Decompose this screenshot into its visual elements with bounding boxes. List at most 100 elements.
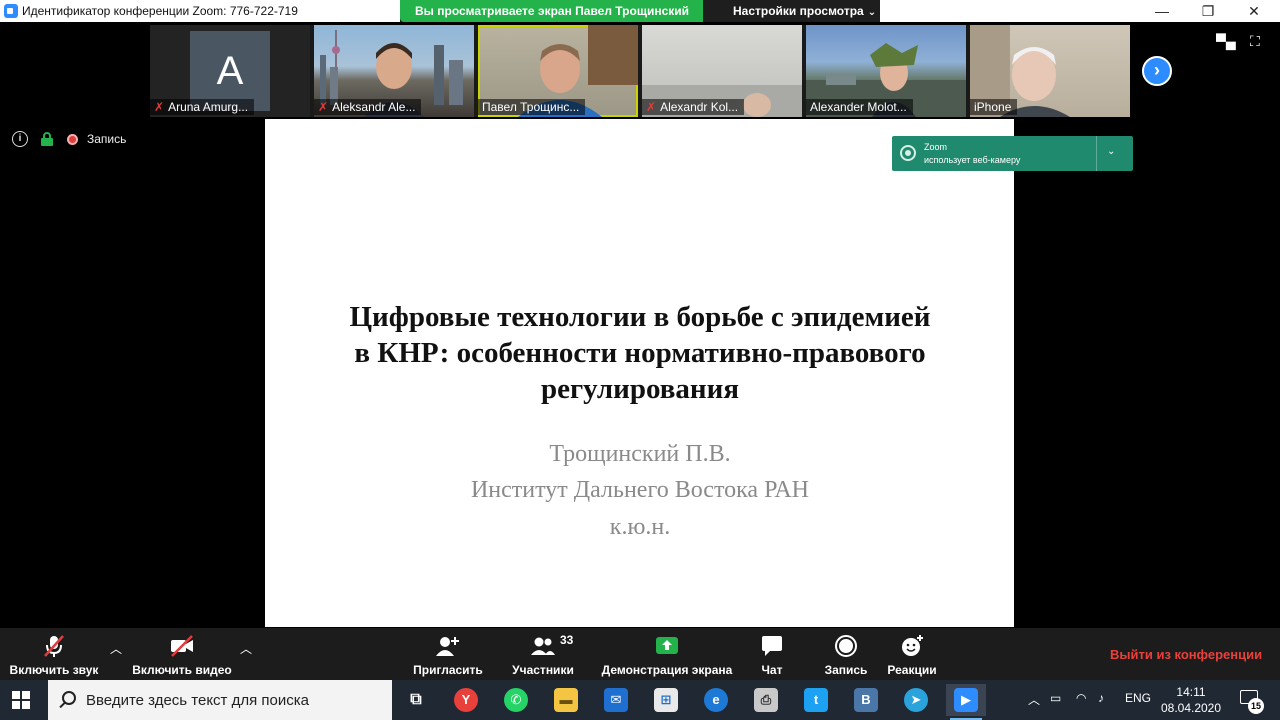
chevron-down-icon[interactable]: ⌄ — [1107, 146, 1115, 157]
language-indicator[interactable]: ENG — [1125, 691, 1151, 705]
participants-label: Участники — [512, 663, 574, 677]
view-settings-button[interactable]: Настройки просмотра ⌄ — [733, 4, 876, 18]
slide-title-line: Цифровые технологии в борьбе с эпидемией — [349, 301, 931, 333]
wifi-icon[interactable]: ◠ — [1076, 691, 1086, 705]
record-icon — [835, 635, 857, 657]
minimize-button[interactable]: — — [1139, 0, 1185, 22]
reactions-smiley-icon — [902, 635, 923, 656]
participant-tile[interactable]: iPhone — [970, 25, 1130, 117]
task-view-icon: ⧉ — [410, 691, 422, 708]
close-button[interactable]: ✕ — [1231, 0, 1277, 22]
windows-start-icon[interactable] — [12, 691, 30, 709]
slide-institute: Институт Дальнего Востока РАН — [470, 477, 810, 503]
leave-meeting-button[interactable]: Выйти из конференции — [1110, 647, 1262, 662]
volume-icon[interactable]: ♪ — [1098, 691, 1104, 705]
fullscreen-icon[interactable]: ⛶ — [1250, 33, 1260, 50]
edge-browser-icon: e — [704, 688, 728, 712]
audio-options-caret-icon[interactable]: ︿ — [110, 640, 122, 657]
slide-title: Цифровые технологии в борьбе с эпидемией… — [305, 299, 975, 407]
store-app[interactable]: ⊞ — [646, 684, 686, 716]
slide-title-line: регулирования — [540, 373, 740, 405]
video-options-caret-icon[interactable]: ︿ — [240, 640, 252, 657]
action-center-icon[interactable]: 15 — [1238, 688, 1264, 714]
mic-muted-icon: ✗ — [318, 100, 329, 114]
vk-app[interactable]: В — [846, 684, 886, 716]
notification-message: использует веб-камеру — [924, 155, 1021, 165]
battery-icon[interactable]: ▭ — [1050, 691, 1061, 705]
webcam-notification[interactable]: Zoom использует веб-камеру ⌄ — [892, 136, 1133, 171]
twitter-bird-icon: t — [804, 688, 828, 712]
telegram-icon: ➤ — [904, 688, 928, 712]
mail-icon: ✉ — [604, 688, 628, 712]
yandex-browser-app[interactable]: Y — [446, 684, 486, 716]
reactions-button[interactable]: Реакции — [884, 628, 940, 680]
maximize-button[interactable]: ❐ — [1185, 0, 1231, 22]
show-hidden-icons-caret-icon[interactable]: ︿ — [1028, 691, 1040, 708]
recording-indicator-icon — [67, 134, 78, 145]
invite-label: Пригласить — [413, 663, 483, 677]
add-user-icon — [436, 637, 459, 656]
twitter-app[interactable]: t — [796, 684, 836, 716]
participant-tile[interactable]: ✗ Alexandr Kol... — [642, 25, 802, 117]
viewing-text: Вы просматриваете экран Павел Трощинский — [415, 4, 690, 18]
slide-title-line: в КНР: особенности нормативно-правового — [354, 337, 926, 369]
taskbar-search[interactable] — [48, 680, 392, 720]
recording-status-label: Запись — [87, 132, 127, 146]
mic-muted-icon — [44, 635, 64, 657]
record-label: Запись — [824, 663, 868, 677]
zoom-camera-icon: ▶ — [954, 688, 978, 712]
encryption-lock-icon[interactable] — [41, 132, 53, 146]
participant-name-label: ✗ Aruna Amurg... — [150, 99, 255, 115]
slide-author: Трощинский П.В. — [549, 441, 731, 467]
slide-degree: к.ю.н. — [609, 514, 671, 540]
start-video-button[interactable]: Включить видео — [130, 628, 234, 680]
mail-app[interactable]: ✉ — [596, 684, 636, 716]
record-button[interactable]: Запись — [820, 628, 872, 680]
participant-name-label: ✗ Aleksandr Ale... — [314, 99, 422, 115]
next-page-arrow-button[interactable]: › — [1142, 56, 1172, 86]
participant-tile[interactable]: Alexander Molot... — [806, 25, 966, 117]
yandex-browser-icon: Y — [454, 688, 478, 712]
taskbar-clock[interactable]: 14:11 08.04.2020 — [1158, 684, 1224, 716]
participant-name-label: iPhone — [970, 99, 1018, 115]
notification-count-badge: 15 — [1248, 698, 1264, 714]
search-icon — [62, 691, 76, 705]
participant-strip: A ✗ Aruna Amurg... ✗ Aleksandr Ale... Па… — [150, 25, 1130, 117]
unmute-button[interactable]: Включить звук — [5, 628, 103, 680]
vk-icon: В — [854, 688, 878, 712]
notification-app: Zoom — [924, 142, 948, 152]
participant-tile-active-speaker[interactable]: Павел Трощинс... — [478, 25, 638, 117]
printer-app[interactable]: ⎙ — [746, 684, 786, 716]
chat-label: Чат — [761, 663, 783, 677]
share-screen-icon — [656, 637, 678, 654]
webcam-icon — [900, 145, 916, 161]
speaker-view-toggle-icon[interactable]: ▀▄ — [1216, 33, 1236, 49]
invite-button[interactable]: Пригласить — [410, 628, 486, 680]
meeting-controls-bar: Включить звук ︿ Включить видео ︿ Приглас… — [0, 628, 1280, 680]
edge-browser-app[interactable]: e — [696, 684, 736, 716]
whatsapp-app[interactable]: ✆ — [496, 684, 536, 716]
zoom-app-icon — [4, 4, 18, 18]
file-explorer-app[interactable]: ▬ — [546, 684, 586, 716]
participants-icon — [531, 637, 555, 655]
participants-count: 33 — [560, 633, 574, 647]
whatsapp-icon: ✆ — [504, 688, 528, 712]
task-view-button[interactable]: ⧉ — [396, 684, 436, 716]
telegram-app[interactable]: ➤ — [896, 684, 936, 716]
divider — [1096, 136, 1097, 171]
clock-date: 08.04.2020 — [1160, 701, 1222, 715]
zoom-app[interactable]: ▶ — [946, 684, 986, 720]
share-screen-label: Демонстрация экрана — [601, 663, 733, 677]
participant-tile[interactable]: A ✗ Aruna Amurg... — [150, 25, 310, 117]
search-input[interactable] — [86, 689, 386, 711]
participant-tile[interactable]: ✗ Aleksandr Ale... — [314, 25, 474, 117]
share-screen-button[interactable]: Демонстрация экрана — [600, 628, 734, 680]
unmute-label: Включить звук — [9, 663, 99, 677]
view-settings-label: Настройки просмотра — [733, 4, 864, 18]
participant-name-label: ✗ Alexandr Kol... — [642, 99, 745, 115]
printer-icon: ⎙ — [754, 688, 778, 712]
chat-button[interactable]: Чат — [752, 628, 792, 680]
participant-name-label: Alexander Molot... — [806, 99, 913, 115]
zoom-window: Идентификатор конференции Zoom: 776-722-… — [0, 0, 1280, 720]
meeting-info-icon[interactable]: i — [12, 131, 28, 147]
